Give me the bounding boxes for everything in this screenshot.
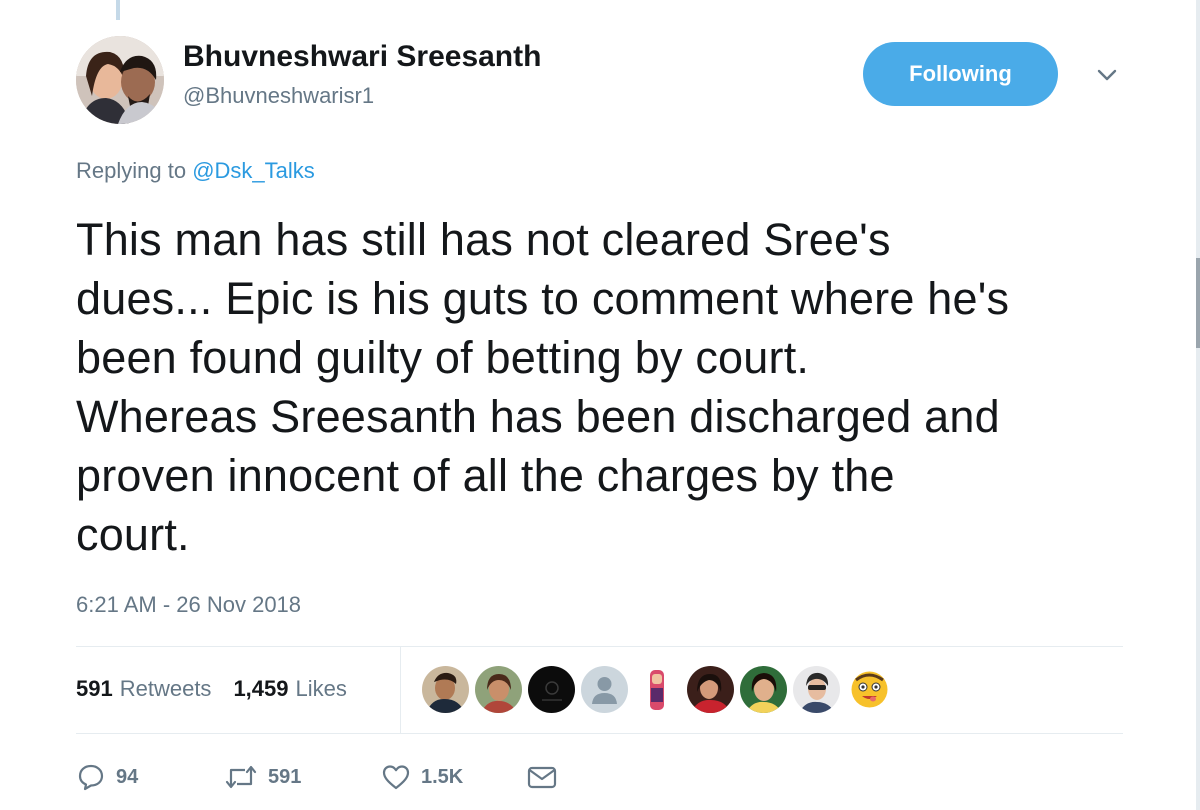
liker-avatar-5[interactable]: [634, 666, 681, 713]
tweet-text: This man has still has not cleared Sree'…: [76, 210, 1156, 564]
retweets-label: Retweets: [119, 676, 212, 701]
stats-divider-vertical: [400, 647, 401, 733]
message-action[interactable]: [526, 760, 558, 794]
window-edge: [1196, 0, 1200, 810]
author-handle[interactable]: @Bhuvneshwarisr1: [183, 83, 374, 109]
avatar-photo: [76, 36, 164, 124]
author-avatar[interactable]: [76, 36, 164, 124]
emoji-avatar-icon[interactable]: [846, 666, 893, 713]
like-count: 1.5K: [421, 765, 464, 788]
replying-to: Replying to @Dsk_Talks: [76, 158, 315, 184]
liker-avatar-8[interactable]: [793, 666, 840, 713]
tweet-text-line: court.: [76, 509, 190, 560]
chevron-down-icon[interactable]: [1094, 62, 1120, 88]
tweet-text-line: This man has still has not cleared Sree'…: [76, 214, 891, 265]
stats-divider-bottom: [76, 733, 1123, 734]
like-action[interactable]: 1.5K: [381, 760, 463, 794]
tweet-text-line: dues... Epic is his guts to comment wher…: [76, 273, 1010, 324]
likes-count: 1,459: [233, 676, 289, 701]
heart-icon: [381, 762, 411, 792]
retweets-count: 591: [76, 676, 113, 701]
scrollbar-thumb[interactable]: [1196, 258, 1200, 348]
following-button[interactable]: Following: [863, 42, 1058, 106]
retweet-count: 591: [268, 765, 302, 788]
likes-stat[interactable]: 1,459 Likes: [233, 676, 346, 702]
tweet-text-line: proven innocent of all the charges by th…: [76, 450, 895, 501]
default-profile-icon[interactable]: [581, 666, 628, 713]
liker-avatar-7[interactable]: [740, 666, 787, 713]
tweet-timestamp[interactable]: 6:21 AM - 26 Nov 2018: [76, 592, 301, 618]
thread-connector-line: [116, 0, 120, 20]
stats-divider-top: [76, 646, 1123, 647]
liker-avatar-6[interactable]: [687, 666, 734, 713]
retweets-stat[interactable]: 591 Retweets: [76, 676, 211, 702]
reply-mention-link[interactable]: @Dsk_Talks: [192, 158, 315, 183]
liker-avatar-3[interactable]: [528, 666, 575, 713]
retweet-action[interactable]: 591: [224, 760, 301, 794]
liker-avatar-2[interactable]: [475, 666, 522, 713]
reply-action[interactable]: 94: [76, 760, 138, 794]
likers-avatar-row: [422, 666, 893, 713]
reply-icon: [76, 762, 106, 792]
engagement-stats: 591 Retweets 1,459 Likes: [76, 676, 347, 702]
author-display-name[interactable]: Bhuvneshwari Sreesanth: [183, 40, 541, 74]
envelope-icon: [526, 762, 558, 792]
likes-label: Likes: [295, 676, 347, 701]
tweet-text-line: been found guilty of betting by court.: [76, 332, 810, 383]
replying-to-label: Replying to: [76, 158, 193, 183]
tweet-text-line: Whereas Sreesanth has been discharged an…: [76, 391, 1000, 442]
retweet-icon: [224, 762, 258, 792]
liker-avatar-1[interactable]: [422, 666, 469, 713]
reply-count: 94: [116, 765, 139, 788]
